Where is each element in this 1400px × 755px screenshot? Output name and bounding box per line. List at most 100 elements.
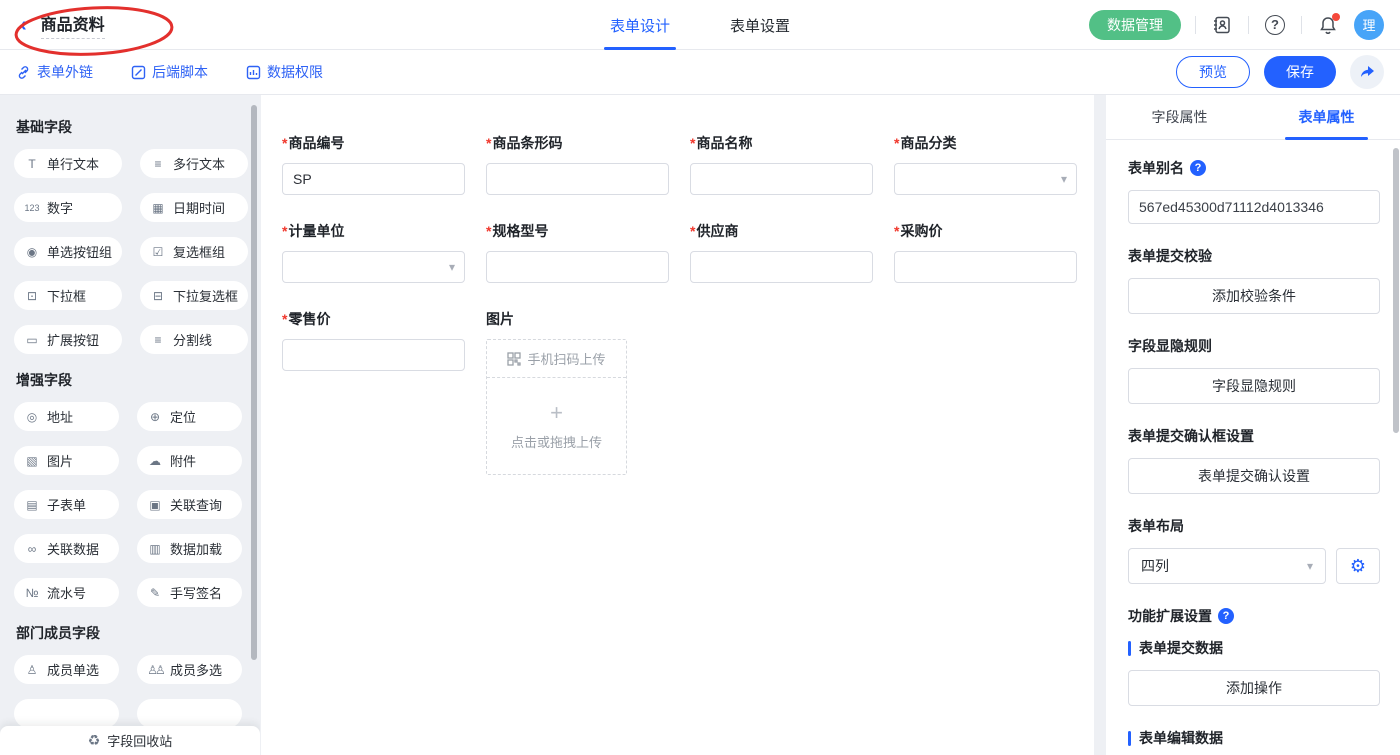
sidebar-scrollbar[interactable] xyxy=(251,105,257,660)
radio-group-icon: ◉ xyxy=(24,245,40,259)
notification-dot xyxy=(1332,13,1340,21)
sidebar-item-multi-dropdown[interactable]: ⊟下拉复选框 xyxy=(140,281,248,310)
sidebar-item-extend-button[interactable]: ▭扩展按钮 xyxy=(14,325,122,354)
category-select[interactable]: ▾ xyxy=(894,163,1077,195)
script-icon xyxy=(131,65,146,80)
sidebar-item-radio-group[interactable]: ◉单选按钮组 xyxy=(14,237,122,266)
contacts-icon[interactable] xyxy=(1210,13,1234,37)
scan-upload-button[interactable]: 手机扫码上传 xyxy=(487,340,626,378)
sidebar-item-image[interactable]: ▧图片 xyxy=(14,446,119,475)
sidebar-item-dropdown[interactable]: ⊡下拉框 xyxy=(14,281,122,310)
divider xyxy=(1248,16,1249,34)
accent-bar xyxy=(1128,641,1131,656)
field-visibility-button[interactable]: 字段显隐规则 xyxy=(1128,368,1380,404)
field-recycle-bin[interactable]: ♻ 字段回收站 xyxy=(0,726,260,755)
form-field-supplier[interactable]: *供应商 xyxy=(690,221,873,283)
data-permission-link[interactable]: 数据权限 xyxy=(246,62,323,82)
sidebar-item-attachment[interactable]: ☁附件 xyxy=(137,446,242,475)
spec-input[interactable] xyxy=(486,251,669,283)
share-button[interactable] xyxy=(1350,55,1384,89)
attachment-icon: ☁ xyxy=(147,454,163,468)
submit-confirm-button[interactable]: 表单提交确认设置 xyxy=(1128,458,1380,494)
multi-dropdown-icon: ⊟ xyxy=(150,289,166,303)
product-name-input[interactable] xyxy=(690,163,873,195)
checkbox-group-icon: ☑ xyxy=(150,245,166,259)
form-alias-input[interactable] xyxy=(1128,190,1380,224)
backend-script-link[interactable]: 后端脚本 xyxy=(131,62,208,82)
form-title[interactable]: 商品资料 xyxy=(41,11,105,39)
submit-validation-label: 表单提交校验 xyxy=(1128,246,1380,266)
sidebar-item-single-line-text[interactable]: T单行文本 xyxy=(14,149,122,178)
sidebar-item-partial[interactable] xyxy=(137,699,242,728)
form-field-image[interactable]: 图片 手机扫码上传 + 点击或拖拽上传 xyxy=(486,309,669,475)
product-code-input[interactable] xyxy=(282,163,465,195)
back-icon[interactable]: ‹ xyxy=(16,15,31,35)
sidebar-item-divider-line[interactable]: ≡分割线 xyxy=(140,325,248,354)
sidebar-item-multi-line-text[interactable]: ≡多行文本 xyxy=(140,149,248,178)
header-tabs: 表单设计 表单设置 xyxy=(610,0,790,50)
tab-form-design[interactable]: 表单设计 xyxy=(610,0,670,50)
link-icon xyxy=(16,65,31,80)
tab-field-properties[interactable]: 字段属性 xyxy=(1106,95,1253,139)
sidebar-item-subform[interactable]: ▤子表单 xyxy=(14,490,119,519)
sidebar-item-member-single[interactable]: ♙成员单选 xyxy=(14,655,119,684)
sidebar-item-related-query[interactable]: ▣关联查询 xyxy=(137,490,242,519)
sidebar-item-serial-number[interactable]: №流水号 xyxy=(14,578,119,607)
form-field-purchase-price[interactable]: *采购价 xyxy=(894,221,1077,283)
barcode-input[interactable] xyxy=(486,163,669,195)
help-icon[interactable]: ? xyxy=(1190,160,1206,176)
form-field-spec[interactable]: *规格型号 xyxy=(486,221,669,283)
sidebar-item-datetime[interactable]: ▦日期时间 xyxy=(140,193,248,222)
panel-scrollbar[interactable] xyxy=(1393,148,1399,433)
gear-icon: ⚙ xyxy=(1350,556,1366,577)
form-field-category[interactable]: *商品分类 ▾ xyxy=(894,133,1077,195)
add-validation-button[interactable]: 添加校验条件 xyxy=(1128,278,1380,314)
form-field-product-code[interactable]: *商品编号 xyxy=(282,133,465,195)
layout-settings-button[interactable]: ⚙ xyxy=(1336,548,1380,584)
qrcode-icon xyxy=(507,352,521,366)
form-field-retail-price[interactable]: *零售价 xyxy=(282,309,465,475)
help-icon[interactable]: ? xyxy=(1218,608,1234,624)
sidebar-item-signature[interactable]: ✎手写签名 xyxy=(137,578,242,607)
section-enhanced-fields: 增强字段 xyxy=(16,370,242,390)
retail-price-input[interactable] xyxy=(282,339,465,371)
avatar[interactable]: 理 xyxy=(1354,10,1384,40)
save-button[interactable]: 保存 xyxy=(1264,56,1336,88)
dropdown-icon: ⊡ xyxy=(24,289,40,303)
extension-settings-label: 功能扩展设置 xyxy=(1128,606,1212,626)
notification-bell-icon[interactable] xyxy=(1316,13,1340,37)
purchase-price-input[interactable] xyxy=(894,251,1077,283)
help-icon[interactable]: ? xyxy=(1263,13,1287,37)
form-field-unit[interactable]: *计量单位 ▾ xyxy=(282,221,465,283)
form-external-link[interactable]: 表单外链 xyxy=(16,62,93,82)
sidebar-item-related-data[interactable]: ∞关联数据 xyxy=(14,534,119,563)
layout-select[interactable]: 四列 ▾ xyxy=(1128,548,1326,584)
data-manage-button[interactable]: 数据管理 xyxy=(1089,10,1181,40)
preview-button[interactable]: 预览 xyxy=(1176,56,1250,88)
tab-form-properties[interactable]: 表单属性 xyxy=(1253,95,1400,139)
sidebar-item-data-load[interactable]: ▥数据加载 xyxy=(137,534,242,563)
sidebar-item-partial[interactable] xyxy=(14,699,119,728)
submit-data-add-action-button[interactable]: 添加操作 xyxy=(1128,670,1380,706)
sidebar-item-number[interactable]: 123数字 xyxy=(14,193,122,222)
sidebar-item-address[interactable]: ◎地址 xyxy=(14,402,119,431)
sidebar-item-locate[interactable]: ⊕定位 xyxy=(137,402,242,431)
form-design-canvas[interactable]: *商品编号 *商品条形码 *商品名称 *商品分类 ▾ *计量单位 ▾ *规格型号 xyxy=(261,95,1094,755)
divider xyxy=(1195,16,1196,34)
sidebar-item-checkbox-group[interactable]: ☑复选框组 xyxy=(140,237,248,266)
submit-confirm-label: 表单提交确认框设置 xyxy=(1128,426,1380,446)
edit-data-label: 表单编辑数据 xyxy=(1139,728,1223,748)
supplier-input[interactable] xyxy=(690,251,873,283)
form-field-barcode[interactable]: *商品条形码 xyxy=(486,133,669,195)
form-field-product-name[interactable]: *商品名称 xyxy=(690,133,873,195)
properties-panel: 字段属性 表单属性 表单别名 ? 表单提交校验 添加校验条件 字段显隐规则 字段… xyxy=(1106,95,1400,755)
member-multi-icon: ♙♙ xyxy=(147,663,163,677)
unit-select[interactable]: ▾ xyxy=(282,251,465,283)
sidebar-item-member-multi[interactable]: ♙♙成员多选 xyxy=(137,655,242,684)
multi-line-text-icon: ≡ xyxy=(150,157,166,171)
drop-upload-area[interactable]: + 点击或拖拽上传 xyxy=(487,378,626,474)
tab-form-settings[interactable]: 表单设置 xyxy=(730,0,790,50)
field-library-sidebar: 基础字段 T单行文本 ≡多行文本 123数字 ▦日期时间 ◉单选按钮组 ☑复选框… xyxy=(0,95,260,755)
image-icon: ▧ xyxy=(24,454,40,468)
serial-number-icon: № xyxy=(24,586,40,600)
